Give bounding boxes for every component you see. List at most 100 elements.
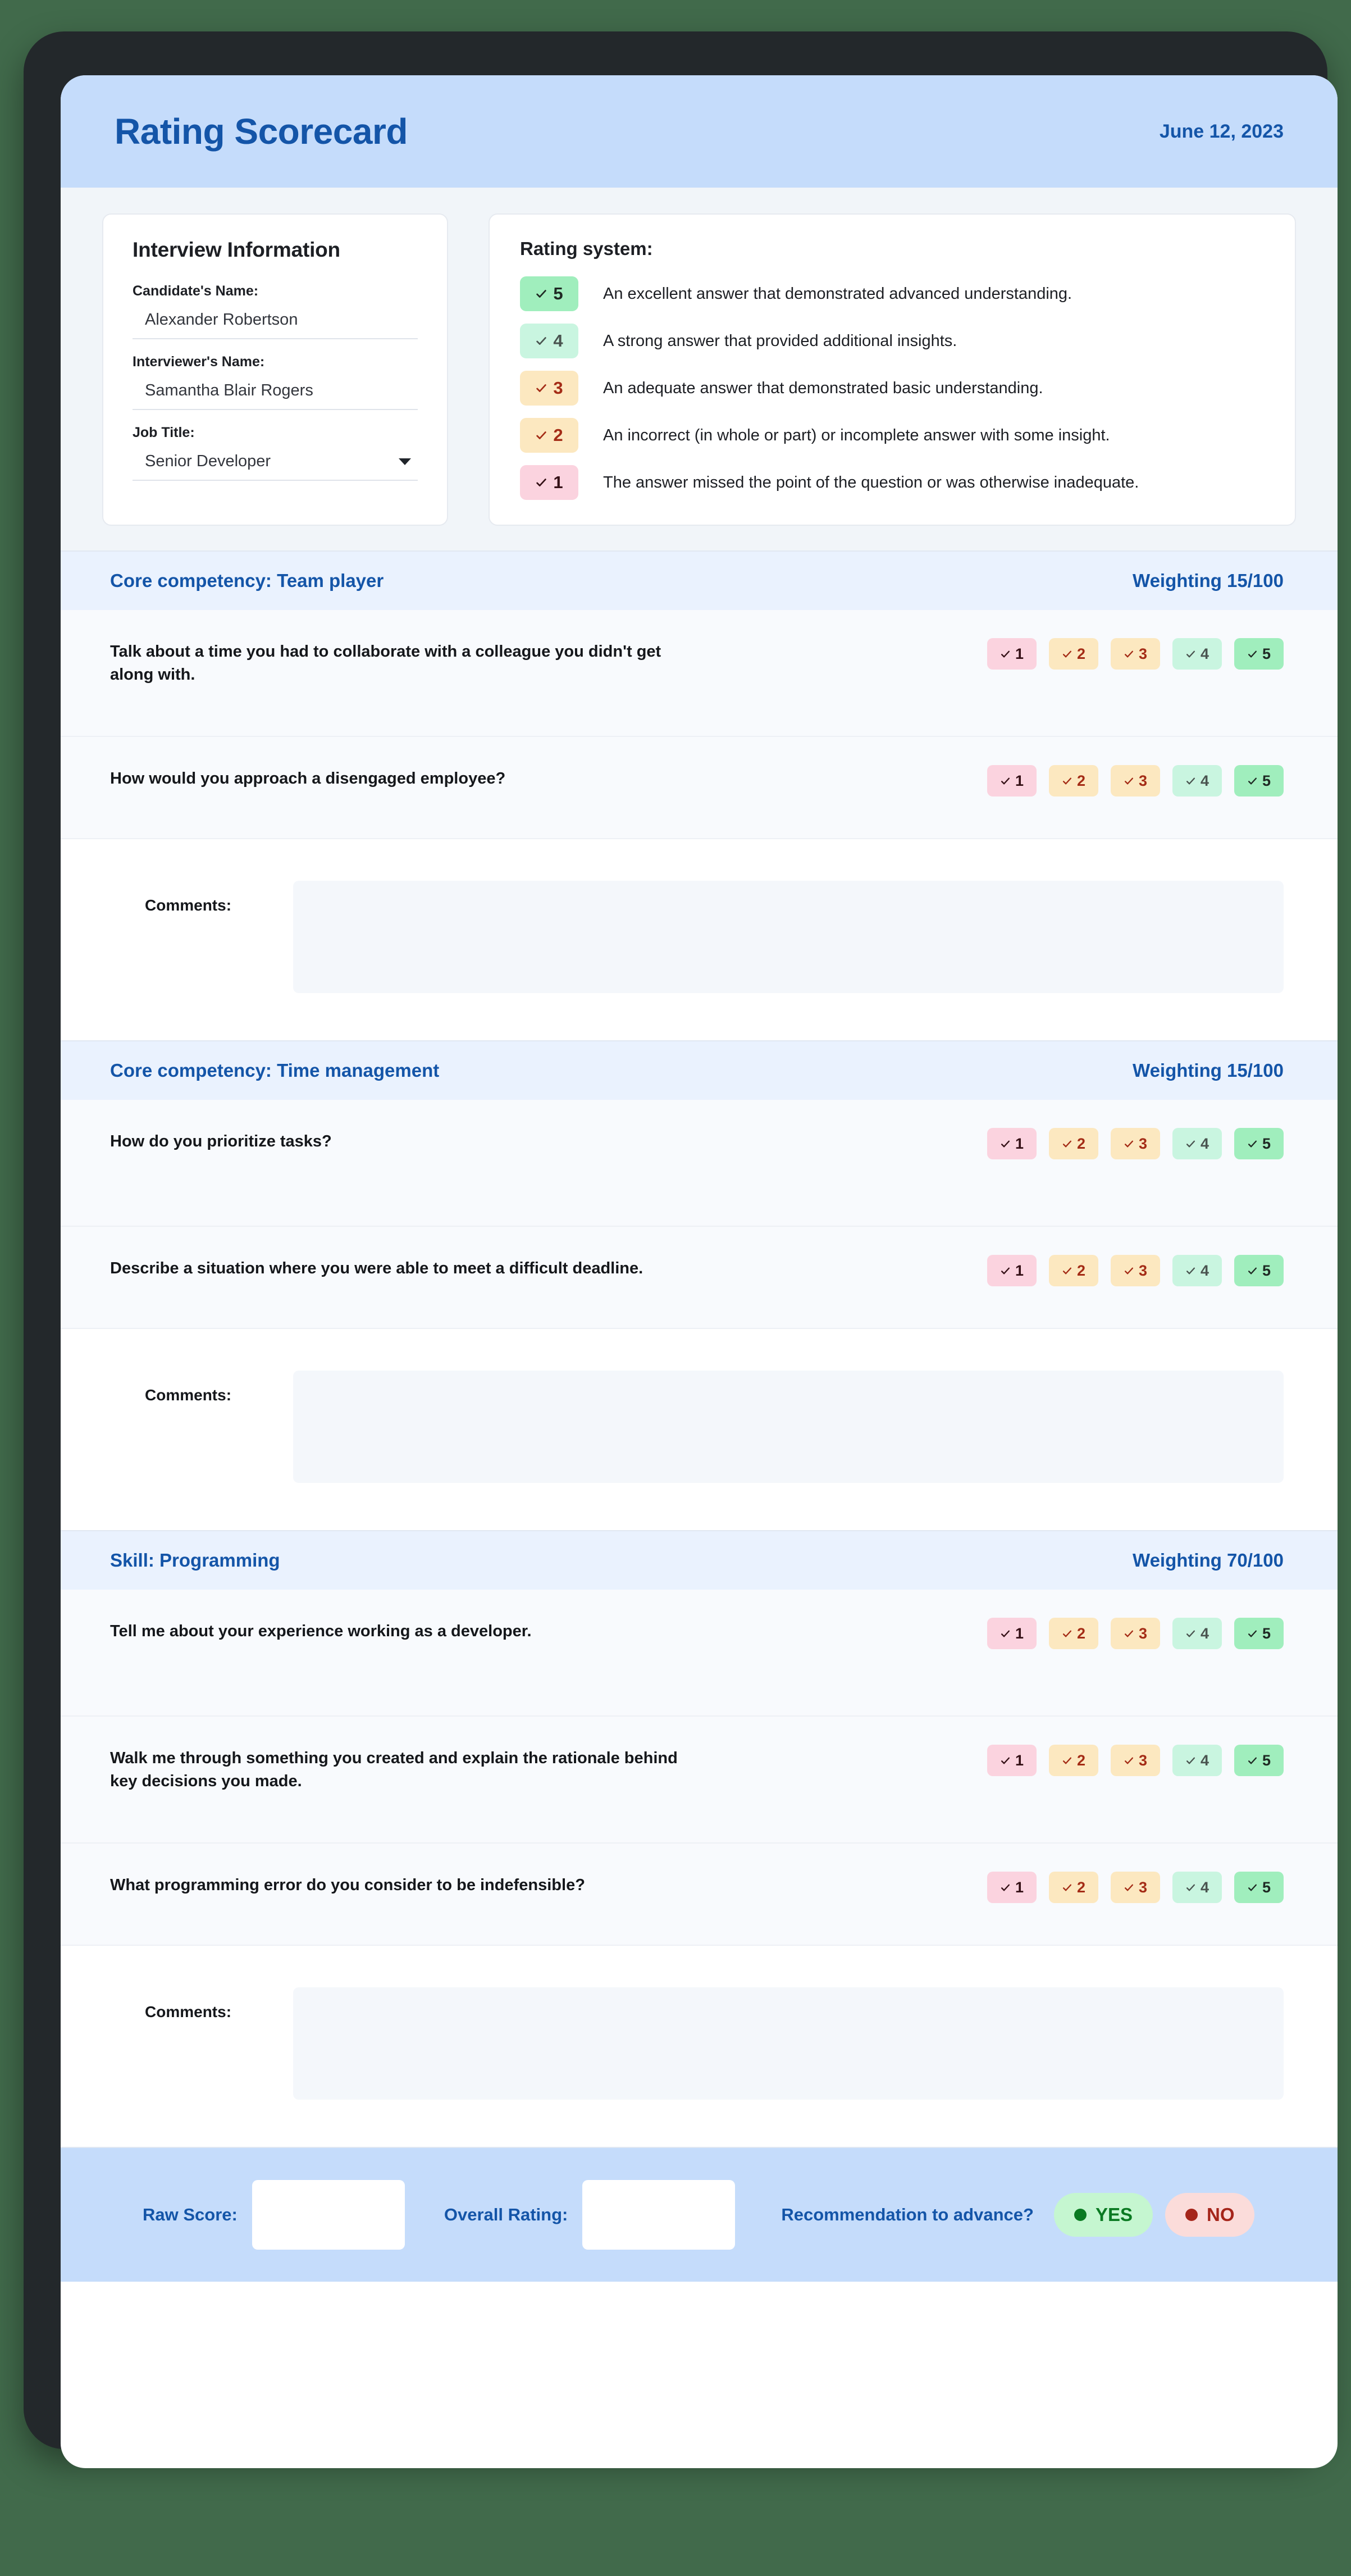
rating-description-4: A strong answer that provided additional… — [603, 331, 957, 350]
interviewer-name-label: Interviewer's Name: — [133, 354, 265, 370]
job-title-label: Job Title: — [133, 425, 195, 440]
job-title-value: Senior Developer — [145, 452, 271, 470]
recommendation-no-button[interactable]: NO — [1165, 2193, 1255, 2237]
check-icon — [1247, 776, 1258, 786]
question-row: Describe a situation where you were able… — [61, 1227, 1338, 1329]
check-icon — [1247, 649, 1258, 659]
rating-option-2-label: 2 — [1076, 645, 1086, 662]
question-row: How do you prioritize tasks? 1 2 3 4 5 — [61, 1100, 1338, 1227]
rating-option-5[interactable]: 5 — [1234, 765, 1284, 797]
rating-option-2[interactable]: 2 — [1049, 1255, 1098, 1286]
rating-option-5[interactable]: 5 — [1234, 1872, 1284, 1903]
check-icon — [1185, 649, 1196, 659]
rating-option-3[interactable]: 3 — [1111, 765, 1160, 797]
rating-option-4-label: 4 — [1200, 1624, 1209, 1642]
rating-option-2[interactable]: 2 — [1049, 1745, 1098, 1776]
question-row: Tell me about your experience working as… — [61, 1590, 1338, 1717]
rating-option-5-label: 5 — [1262, 1624, 1271, 1642]
rating-option-1[interactable]: 1 — [987, 1872, 1037, 1903]
rating-options: 1 2 3 4 5 — [987, 1745, 1284, 1776]
rating-system-card: Rating system: 5 An excellent answer tha… — [489, 213, 1296, 526]
rating-option-2-label: 2 — [1076, 1135, 1086, 1152]
rating-option-2[interactable]: 2 — [1049, 765, 1098, 797]
rating-option-5[interactable]: 5 — [1234, 638, 1284, 670]
comments-block: Comments: — [61, 839, 1338, 1040]
rating-option-4[interactable]: 4 — [1172, 1128, 1222, 1159]
check-icon — [1185, 776, 1196, 786]
section-title: Core competency: Time management — [110, 1060, 440, 1081]
check-icon — [1062, 649, 1072, 659]
interviewer-name-value: Samantha Blair Rogers — [145, 381, 313, 399]
rating-option-4[interactable]: 4 — [1172, 1255, 1222, 1286]
scorecard-footer: Raw Score: Overall Rating: Recommendatio… — [61, 2147, 1338, 2282]
rating-option-4[interactable]: 4 — [1172, 638, 1222, 670]
comments-label: Comments: — [145, 1386, 232, 1404]
check-icon — [1124, 1755, 1134, 1766]
rating-option-5-label: 5 — [1262, 772, 1271, 789]
comments-textarea[interactable] — [293, 1371, 1284, 1483]
rating-option-5[interactable]: 5 — [1234, 1128, 1284, 1159]
rating-option-4-label: 4 — [1200, 1135, 1209, 1152]
recommendation-label: Recommendation to advance? — [781, 2205, 1034, 2224]
rating-option-4[interactable]: 4 — [1172, 1618, 1222, 1649]
rating-option-1[interactable]: 1 — [987, 1255, 1037, 1286]
check-icon — [1062, 1139, 1072, 1149]
candidate-name-input[interactable]: Alexander Robertson — [133, 307, 418, 339]
overall-rating-input[interactable] — [582, 2180, 736, 2250]
question-row: Talk about a time you had to collaborate… — [61, 610, 1338, 737]
rating-option-3[interactable]: 3 — [1111, 1618, 1160, 1649]
check-icon — [1062, 1628, 1072, 1639]
rating-option-2-label: 2 — [1076, 1878, 1086, 1896]
section-weighting: Weighting 15/100 — [1133, 1060, 1284, 1081]
rating-option-1-label: 1 — [1015, 1751, 1024, 1769]
comments-textarea[interactable] — [293, 881, 1284, 993]
rating-option-3[interactable]: 3 — [1111, 1872, 1160, 1903]
rating-option-1[interactable]: 1 — [987, 1745, 1037, 1776]
rating-option-2[interactable]: 2 — [1049, 1618, 1098, 1649]
rating-option-5[interactable]: 5 — [1234, 1255, 1284, 1286]
rating-chip-1: 1 — [520, 465, 578, 500]
rating-chip-3: 3 — [520, 371, 578, 406]
rating-option-4[interactable]: 4 — [1172, 1872, 1222, 1903]
rating-option-5[interactable]: 5 — [1234, 1618, 1284, 1649]
rating-option-4[interactable]: 4 — [1172, 1745, 1222, 1776]
rating-option-3-label: 3 — [1138, 1135, 1148, 1152]
interviewer-name-input[interactable]: Samantha Blair Rogers — [133, 378, 418, 410]
rating-option-4-label: 4 — [1200, 772, 1209, 789]
question-text: What programming error do you consider t… — [110, 1876, 585, 1894]
question-text: How do you prioritize tasks? — [110, 1132, 332, 1150]
rating-option-5[interactable]: 5 — [1234, 1745, 1284, 1776]
field-candidate-name: Candidate's Name: Alexander Robertson — [133, 283, 418, 339]
rating-option-4-label: 4 — [1200, 1262, 1209, 1279]
rating-option-2[interactable]: 2 — [1049, 638, 1098, 670]
check-icon — [1247, 1882, 1258, 1893]
rating-option-2-label: 2 — [1076, 772, 1086, 789]
rating-option-3[interactable]: 3 — [1111, 638, 1160, 670]
rating-chip-4: 4 — [520, 324, 578, 358]
rating-option-4-label: 4 — [1200, 1878, 1209, 1896]
question-text: Walk me through something you created an… — [110, 1749, 678, 1791]
recommendation-yes-button[interactable]: YES — [1053, 2193, 1153, 2237]
rating-option-4[interactable]: 4 — [1172, 765, 1222, 797]
rating-option-1[interactable]: 1 — [987, 765, 1037, 797]
job-title-select[interactable]: Senior Developer — [133, 449, 418, 481]
rating-options: 1 2 3 4 5 — [987, 765, 1284, 797]
rating-option-2[interactable]: 2 — [1049, 1128, 1098, 1159]
comments-textarea[interactable] — [293, 1987, 1284, 2100]
rating-option-5-label: 5 — [1262, 645, 1271, 662]
rating-options: 1 2 3 4 5 — [987, 1618, 1284, 1649]
raw-score-input[interactable] — [252, 2180, 405, 2250]
rating-chip-3-label: 3 — [553, 378, 563, 398]
rating-option-1[interactable]: 1 — [987, 1128, 1037, 1159]
rating-options: 1 2 3 4 5 — [987, 1128, 1284, 1159]
check-icon — [1000, 1139, 1011, 1149]
rating-option-3[interactable]: 3 — [1111, 1745, 1160, 1776]
rating-option-2[interactable]: 2 — [1049, 1872, 1098, 1903]
rating-option-1-label: 1 — [1015, 645, 1024, 662]
rating-chip-5-label: 5 — [553, 284, 563, 303]
rating-option-3[interactable]: 3 — [1111, 1255, 1160, 1286]
rating-option-1[interactable]: 1 — [987, 1618, 1037, 1649]
rating-legend-row: 5 An excellent answer that demonstrated … — [520, 276, 1265, 311]
rating-option-1[interactable]: 1 — [987, 638, 1037, 670]
rating-option-3[interactable]: 3 — [1111, 1128, 1160, 1159]
